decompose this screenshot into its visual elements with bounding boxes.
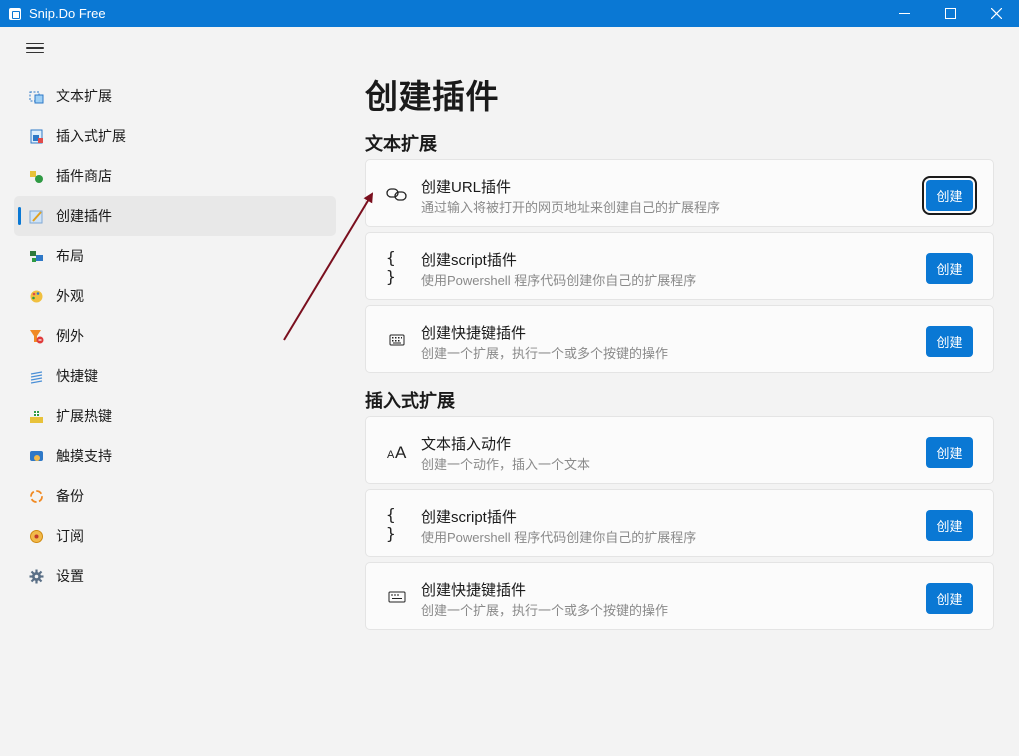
keyboard-icon: [386, 330, 408, 350]
title-bar: Snip.Do Free: [0, 0, 1019, 27]
svg-text:A: A: [387, 449, 395, 460]
minimize-icon: [898, 13, 910, 14]
palette-icon: [28, 288, 44, 304]
window-title: Snip.Do Free: [29, 6, 106, 21]
sidebar-item-create-plugin[interactable]: 创建插件: [14, 196, 336, 236]
plugin-store-icon: [28, 168, 44, 184]
sidebar-item-label: 扩展热键: [56, 408, 112, 424]
sidebar-item-label: 插件商店: [56, 168, 112, 184]
page-title: 创建插件: [365, 78, 499, 115]
create-button[interactable]: 创建: [926, 437, 973, 468]
card-description: 使用Powershell 程序代码创建你自己的扩展程序: [421, 273, 697, 288]
font-size-icon: AA: [386, 441, 408, 461]
sidebar-item-text-expand[interactable]: 文本扩展: [14, 76, 336, 116]
link-icon: [386, 184, 408, 204]
sidebar-item-exception[interactable]: 例外: [14, 316, 336, 356]
sidebar-item-plugin-store[interactable]: 插件商店: [14, 156, 336, 196]
close-button[interactable]: [973, 0, 1019, 27]
plugin-card-create-shortcut: 创建快捷键插件 创建一个扩展，执行一个或多个按键的操作 创建: [365, 305, 994, 373]
card-title: 创建快捷键插件: [421, 325, 527, 342]
sidebar-item-label: 例外: [56, 328, 84, 344]
sidebar-item-label: 快捷键: [56, 368, 98, 384]
sidebar-item-label: 文本扩展: [56, 88, 112, 104]
window-controls: [881, 0, 1019, 27]
sidebar-item-label: 触摸支持: [56, 448, 112, 464]
sidebar-item-label: 订阅: [56, 528, 84, 544]
insert-expand-icon: [28, 128, 44, 144]
sidebar-item-label: 备份: [56, 488, 84, 504]
card-title: 创建script插件: [421, 252, 517, 269]
create-button[interactable]: 创建: [926, 253, 973, 284]
sidebar-item-subscribe[interactable]: 订阅: [14, 516, 336, 556]
hamburger-icon[interactable]: [26, 40, 44, 56]
touch-icon: [28, 448, 44, 464]
svg-text:A: A: [395, 443, 407, 460]
create-button[interactable]: 创建: [926, 510, 973, 541]
layout-icon: [28, 248, 44, 264]
sidebar-item-label: 设置: [56, 568, 84, 584]
plugin-card-text-insert-action: AA 文本插入动作 创建一个动作，插入一个文本 创建: [365, 416, 994, 484]
keyboard-icon: [386, 587, 408, 607]
gear-icon: [28, 568, 44, 584]
sidebar-nav: 文本扩展 插入式扩展 插件商店 创建插件 布局 外观 例外 快捷键 扩展热键 触…: [14, 76, 336, 596]
create-button[interactable]: 创建: [926, 326, 973, 357]
sidebar-item-appearance[interactable]: 外观: [14, 276, 336, 316]
minimize-button[interactable]: [881, 0, 927, 27]
plugin-card-create-script: { } 创建script插件 使用Powershell 程序代码创建你自己的扩展…: [365, 232, 994, 300]
sidebar-item-label: 布局: [56, 248, 84, 264]
card-description: 创建一个动作，插入一个文本: [421, 457, 591, 472]
section-title-insert-expand: 插入式扩展: [365, 391, 455, 411]
section-title-text-expand: 文本扩展: [365, 134, 437, 154]
sidebar-item-backup[interactable]: 备份: [14, 476, 336, 516]
sidebar-item-insert-expand[interactable]: 插入式扩展: [14, 116, 336, 156]
sidebar-item-label: 创建插件: [56, 208, 112, 224]
sidebar-item-label: 外观: [56, 288, 84, 304]
create-button[interactable]: 创建: [922, 176, 977, 215]
card-title: 创建URL插件: [421, 179, 512, 196]
close-icon: [990, 8, 1002, 19]
card-description: 使用Powershell 程序代码创建你自己的扩展程序: [421, 530, 697, 545]
card-description: 创建一个扩展，执行一个或多个按键的操作: [421, 346, 669, 361]
sidebar-item-label: 插入式扩展: [56, 128, 126, 144]
sidebar-item-layout[interactable]: 布局: [14, 236, 336, 276]
sidebar-item-touch[interactable]: 触摸支持: [14, 436, 336, 476]
sidebar-item-hotkey[interactable]: 扩展热键: [14, 396, 336, 436]
maximize-icon: [944, 8, 956, 19]
braces-icon: { }: [386, 505, 396, 543]
plugin-card-create-script: { } 创建script插件 使用Powershell 程序代码创建你自己的扩展…: [365, 489, 994, 557]
braces-icon: { }: [386, 248, 396, 286]
card-title: 创建script插件: [421, 509, 517, 526]
create-plugin-icon: [28, 208, 44, 224]
subscribe-icon: [28, 528, 44, 544]
backup-icon: [28, 488, 44, 504]
card-description: 通过输入将被打开的网页地址来创建自己的扩展程序: [421, 200, 721, 215]
card-title: 创建快捷键插件: [421, 582, 527, 599]
plugin-card-create-url: 创建URL插件 通过输入将被打开的网页地址来创建自己的扩展程序 创建: [365, 159, 994, 227]
hotkey-icon: [28, 408, 44, 424]
card-title: 文本插入动作: [421, 436, 512, 453]
sidebar-item-shortcut[interactable]: 快捷键: [14, 356, 336, 396]
card-description: 创建一个扩展，执行一个或多个按键的操作: [421, 603, 669, 618]
text-expand-icon: [28, 88, 44, 104]
exception-icon: [28, 328, 44, 344]
plugin-card-create-shortcut: 创建快捷键插件 创建一个扩展，执行一个或多个按键的操作 创建: [365, 562, 994, 630]
sidebar-item-settings[interactable]: 设置: [14, 556, 336, 596]
create-button[interactable]: 创建: [926, 583, 973, 614]
app-logo-icon: [9, 7, 21, 20]
shortcut-icon: [28, 368, 44, 384]
maximize-button[interactable]: [927, 0, 973, 27]
